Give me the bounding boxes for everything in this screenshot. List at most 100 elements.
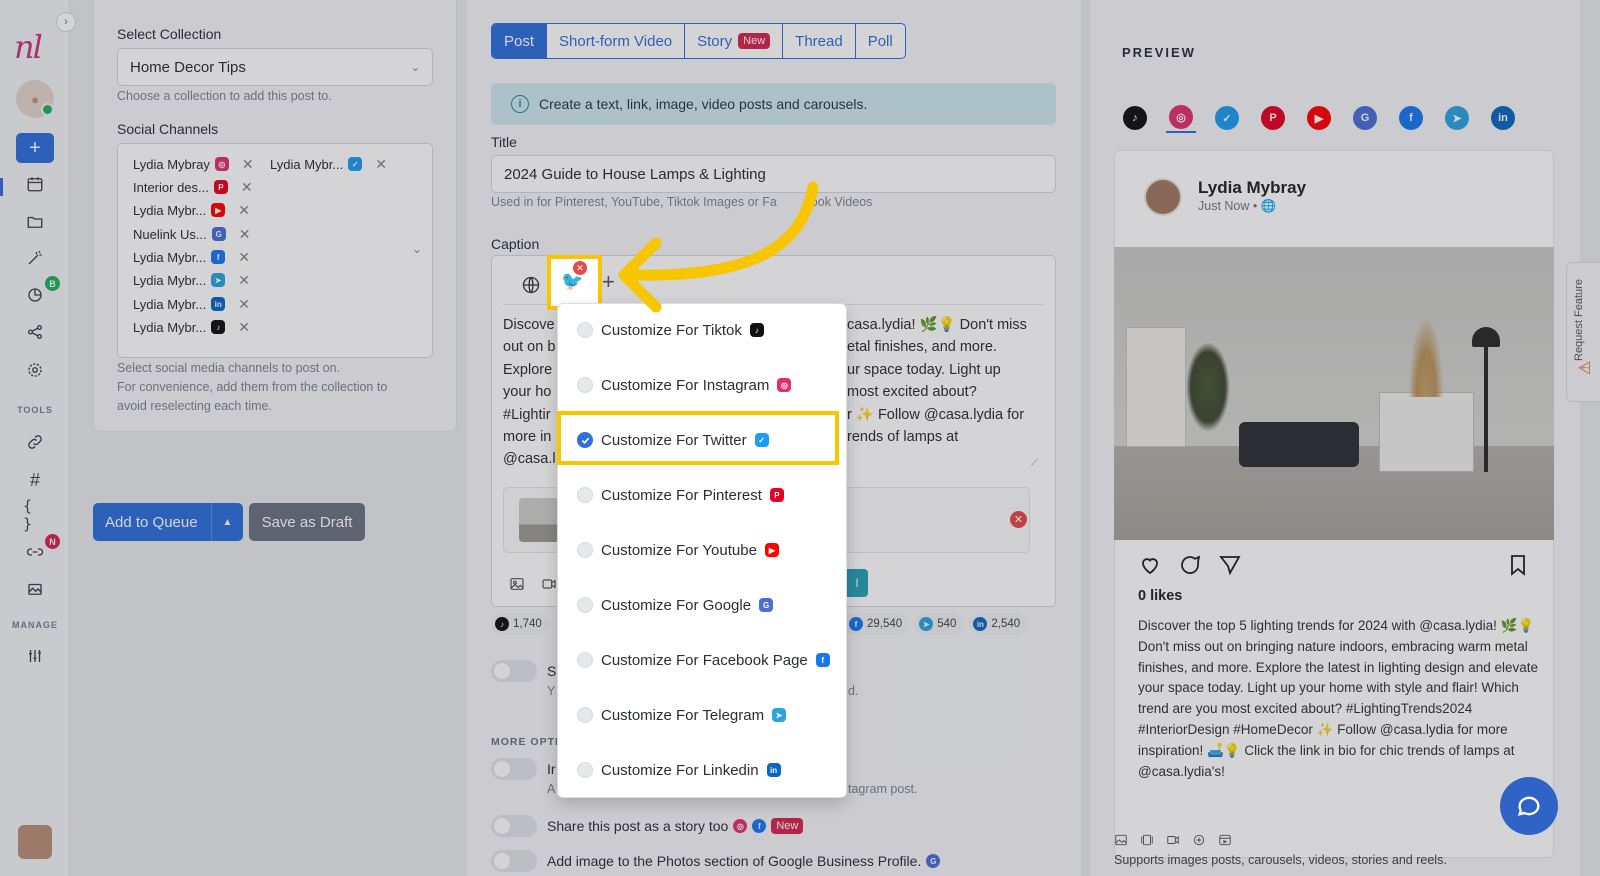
customize-option[interactable]: Customize For Twitter ✓	[577, 429, 769, 451]
media-library-icon[interactable]	[23, 577, 47, 601]
folder-icon[interactable]	[23, 210, 47, 234]
preview-tab-pinterest[interactable]: P	[1258, 103, 1288, 133]
tab-poll[interactable]: Poll	[856, 24, 905, 58]
workspace-avatar[interactable]: ●	[16, 80, 54, 118]
checkbox[interactable]	[577, 762, 593, 778]
globe-icon[interactable]	[521, 275, 541, 295]
tab-short-form-video[interactable]: Short-form Video	[547, 24, 686, 58]
tab-story[interactable]: Story New	[685, 24, 784, 58]
checkbox[interactable]	[577, 652, 593, 668]
image-upload-icon[interactable]	[509, 576, 525, 592]
tab-post[interactable]: Post	[492, 24, 548, 58]
preview-tab-linkedin[interactable]: in	[1488, 103, 1518, 133]
app-logo[interactable]: nl	[14, 28, 43, 66]
preview-tab-tiktok[interactable]: ♪	[1120, 103, 1150, 133]
sliders-icon[interactable]	[23, 644, 47, 668]
checkbox[interactable]	[577, 707, 593, 723]
customize-option[interactable]: Customize For Google G	[577, 594, 774, 616]
preview-tab-telegram[interactable]: ➤	[1442, 103, 1472, 133]
tab-label: Thread	[795, 32, 843, 50]
preview-tab-instagram[interactable]: ◎	[1166, 103, 1196, 133]
remove-variant-icon[interactable]: ✕	[573, 261, 587, 275]
remove-channel-icon[interactable]: ✕	[238, 296, 250, 313]
save-draft-button[interactable]: Save as Draft	[249, 503, 365, 541]
short-link-icon[interactable]	[23, 540, 47, 564]
remove-media-icon[interactable]: ✕	[1010, 511, 1027, 528]
chevron-up-icon[interactable]: ▲	[211, 503, 243, 541]
create-post-button[interactable]: +	[16, 133, 54, 163]
tiktok-icon: ♪	[495, 617, 509, 631]
tiktok-icon: ♪	[1123, 106, 1147, 130]
remove-channel-icon[interactable]: ✕	[242, 156, 254, 173]
heart-icon[interactable]	[1138, 553, 1162, 580]
customize-option[interactable]: Customize For Pinterest P	[577, 484, 784, 506]
option-label: Customize For Instagram	[601, 376, 770, 394]
ai-assist-button[interactable]: I	[846, 569, 868, 597]
option-label: Customize For Twitter	[601, 431, 747, 449]
send-icon[interactable]	[1218, 553, 1242, 580]
media-type-icons	[1114, 833, 1232, 847]
collapse-sidebar-button[interactable]: ›	[56, 12, 76, 32]
resize-handle-icon[interactable]: ⟋	[1031, 458, 1038, 469]
new-badge: New	[738, 33, 771, 49]
remove-channel-icon[interactable]: ✕	[375, 156, 387, 173]
checked-checkbox[interactable]	[577, 432, 593, 448]
option-toggle-2[interactable]	[491, 758, 537, 780]
twitter-icon: ✓	[1215, 106, 1239, 130]
preview-tab-twitter[interactable]: ✓	[1212, 103, 1242, 133]
customize-option[interactable]: Customize For Facebook Page f	[577, 649, 830, 671]
customize-option[interactable]: Customize For Youtube ▶	[577, 539, 779, 561]
telegram-icon: ➤	[772, 708, 787, 722]
checkbox[interactable]	[577, 377, 593, 393]
add-to-queue-button[interactable]: Add to Queue ▲	[93, 503, 243, 541]
share-icon[interactable]	[23, 320, 47, 344]
info-icon: i	[511, 95, 529, 113]
share-story-toggle[interactable]	[491, 815, 537, 837]
analytics-icon[interactable]	[23, 283, 47, 307]
caption-line: out on b	[503, 339, 556, 356]
collection-value: Home Decor Tips	[130, 58, 246, 76]
tab-thread[interactable]: Thread	[783, 24, 856, 58]
link-icon[interactable]	[23, 430, 47, 454]
remove-channel-icon[interactable]: ✕	[238, 272, 250, 289]
checkbox[interactable]	[577, 487, 593, 503]
checkbox[interactable]	[577, 322, 593, 338]
preview-tab-google-business[interactable]: G	[1350, 103, 1380, 133]
gbp-photos-toggle[interactable]	[491, 850, 537, 872]
magic-wand-icon[interactable]	[23, 246, 47, 270]
remove-channel-icon[interactable]: ✕	[239, 226, 251, 243]
option-label: Customize For Facebook Page	[601, 651, 808, 669]
preview-tab-facebook[interactable]: f	[1396, 103, 1426, 133]
support-chat-button[interactable]	[1500, 777, 1558, 835]
remove-channel-icon[interactable]: ✕	[238, 202, 250, 219]
instagram-icon: ◎	[214, 157, 229, 171]
calendar-icon[interactable]	[23, 172, 47, 196]
left-rail: nl › ● + B TOOLS # { } N MANAGE	[0, 0, 76, 876]
customize-option[interactable]: Customize For Telegram ➤	[577, 704, 787, 726]
gbp-photos-option: Add image to the Photos section of Googl…	[547, 853, 941, 869]
checkbox[interactable]	[577, 597, 593, 613]
option-toggle-1[interactable]	[491, 660, 537, 682]
hashtag-icon[interactable]: #	[23, 468, 47, 492]
char-count: f 29,540	[845, 613, 910, 635]
remove-channel-icon[interactable]: ✕	[238, 249, 250, 266]
remove-channel-icon[interactable]: ✕	[241, 179, 253, 196]
option-label: Customize For Youtube	[601, 541, 757, 559]
caption-line: ur space today. Light up	[847, 361, 1001, 378]
customize-option[interactable]: Customize For Linkedin in	[577, 759, 781, 781]
settings-gear-icon[interactable]	[23, 358, 47, 382]
video-upload-icon[interactable]	[541, 576, 557, 592]
preview-tab-youtube[interactable]: ▶	[1304, 103, 1334, 133]
bookmark-icon[interactable]	[1506, 553, 1530, 580]
remove-channel-icon[interactable]: ✕	[238, 319, 250, 336]
user-avatar[interactable]	[18, 825, 52, 859]
customize-option[interactable]: Customize For Instagram ◎	[577, 374, 792, 396]
code-braces-icon[interactable]: { }	[23, 497, 47, 533]
collection-select[interactable]: Home Decor Tips ⌄	[117, 48, 433, 86]
checkbox[interactable]	[577, 542, 593, 558]
twitter-variant-tab[interactable]: 🐦 ✕	[547, 255, 602, 310]
request-feature-tab[interactable]: Request Feature ⚠	[1566, 262, 1600, 402]
channel-name: Lydia Mybr...	[133, 249, 207, 265]
facebook-icon: f	[815, 653, 830, 667]
comment-icon[interactable]	[1178, 553, 1202, 580]
